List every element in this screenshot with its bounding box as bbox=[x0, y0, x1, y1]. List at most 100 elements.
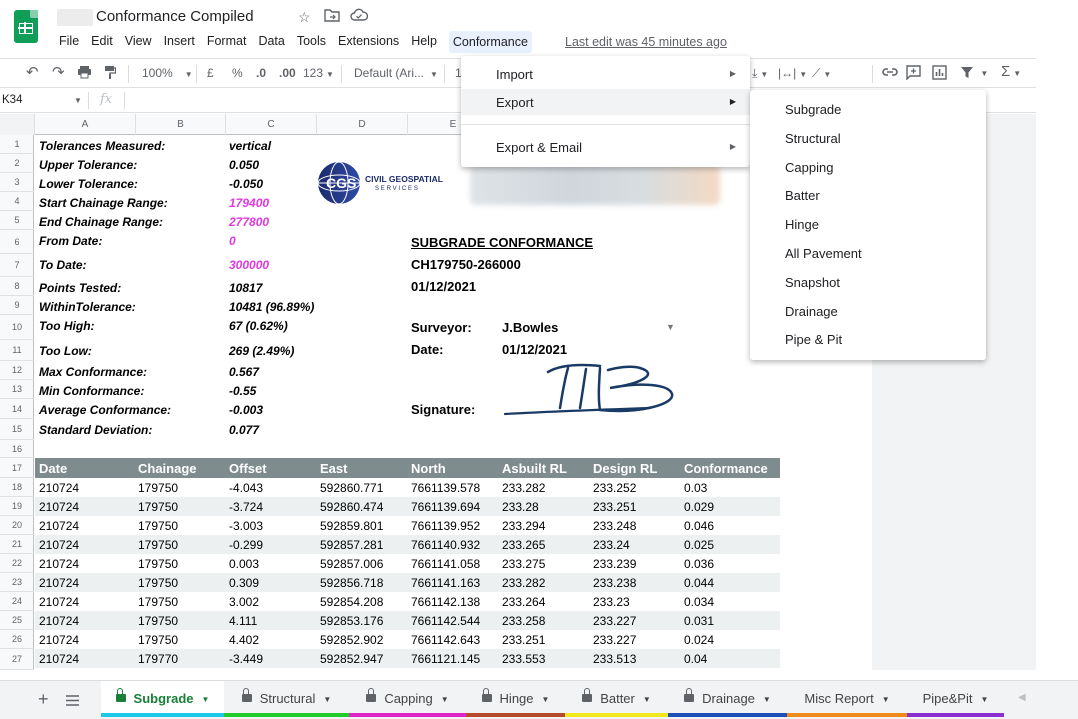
undo-icon[interactable]: ↶ bbox=[26, 63, 39, 81]
row-header[interactable]: 27 bbox=[0, 649, 34, 670]
row-header[interactable]: 6 bbox=[0, 230, 34, 254]
row-header[interactable]: 10 bbox=[0, 315, 34, 340]
sheet-tab-drainage[interactable]: Drainage ▼ bbox=[668, 681, 787, 717]
row-header[interactable]: 24 bbox=[0, 592, 34, 611]
row-header[interactable]: 18 bbox=[0, 478, 34, 497]
table-cell[interactable]: 233.265 bbox=[502, 538, 545, 552]
sheet-tab-batter[interactable]: Batter ▼ bbox=[565, 681, 668, 717]
table-cell[interactable]: 0.044 bbox=[684, 576, 714, 590]
table-cell[interactable]: -0.299 bbox=[229, 538, 263, 552]
row-header[interactable]: 3 bbox=[0, 173, 34, 192]
table-cell[interactable]: 233.251 bbox=[593, 500, 636, 514]
table-cell[interactable]: 7661142.643 bbox=[411, 633, 480, 647]
table-cell[interactable]: 592860.474 bbox=[320, 500, 383, 514]
table-cell[interactable]: 0.025 bbox=[684, 538, 714, 552]
table-cell[interactable]: 233.282 bbox=[502, 481, 545, 495]
table-row[interactable]: 210724 179750 0.309 592856.718 7661141.163 23… bbox=[35, 573, 780, 592]
insert-comment-icon[interactable] bbox=[906, 65, 921, 83]
table-cell[interactable]: 0.024 bbox=[684, 633, 714, 647]
row-header[interactable]: 9 bbox=[0, 296, 34, 315]
table-cell[interactable]: 0.003 bbox=[229, 557, 259, 571]
table-row[interactable]: 210724 179750 -3.003 592859.801 7661139.952 2… bbox=[35, 516, 780, 535]
row-header[interactable]: 13 bbox=[0, 380, 34, 399]
table-cell[interactable]: 179750 bbox=[138, 500, 178, 514]
table-row[interactable]: 210724 179750 -3.724 592860.474 7661139.694 2… bbox=[35, 497, 780, 516]
table-cell[interactable]: 0.036 bbox=[684, 557, 714, 571]
column-header-c[interactable]: C bbox=[226, 114, 317, 135]
last-edit-link[interactable]: Last edit was 45 minutes ago bbox=[565, 35, 727, 49]
scroll-tabs-left-icon[interactable]: ◀ bbox=[1018, 692, 1026, 703]
table-cell[interactable]: 233.238 bbox=[593, 576, 636, 590]
tab-menu-arrow-icon[interactable]: ▼ bbox=[980, 695, 988, 704]
table-cell[interactable]: 592857.006 bbox=[320, 557, 383, 571]
table-cell[interactable]: 233.23 bbox=[593, 595, 630, 609]
table-cell[interactable]: 7661141.058 bbox=[411, 557, 480, 571]
menu-tools[interactable]: Tools bbox=[297, 34, 326, 50]
row-header[interactable]: 19 bbox=[0, 497, 34, 516]
table-cell[interactable]: 210724 bbox=[39, 652, 79, 666]
table-cell[interactable]: 592860.771 bbox=[320, 481, 383, 495]
row-header[interactable]: 11 bbox=[0, 340, 34, 361]
menu-conformance[interactable]: Conformance bbox=[448, 31, 532, 53]
table-cell[interactable]: 0.046 bbox=[684, 519, 714, 533]
export-item-hinge[interactable]: Hinge bbox=[785, 217, 819, 232]
text-rotation-icon[interactable]: ⟋ ▼ bbox=[812, 66, 831, 81]
row-header[interactable]: 25 bbox=[0, 611, 34, 630]
table-cell[interactable]: 7661142.138 bbox=[411, 595, 480, 609]
table-cell[interactable]: 233.251 bbox=[502, 633, 545, 647]
table-cell[interactable]: 210724 bbox=[39, 595, 79, 609]
menu-extensions[interactable]: Extensions bbox=[338, 34, 399, 50]
decrease-decimal-button[interactable]: .0 bbox=[256, 66, 266, 80]
row-header[interactable]: 5 bbox=[0, 211, 34, 230]
export-item-pipe-pit[interactable]: Pipe & Pit bbox=[785, 332, 842, 347]
name-box-arrow-icon[interactable]: ▼ bbox=[74, 96, 82, 105]
paint-format-icon[interactable] bbox=[104, 65, 117, 83]
table-cell[interactable]: 233.294 bbox=[502, 519, 545, 533]
table-cell[interactable]: 592854.208 bbox=[320, 595, 383, 609]
redo-icon[interactable]: ↷ bbox=[52, 63, 65, 81]
table-cell[interactable]: 7661139.694 bbox=[411, 500, 480, 514]
name-box[interactable]: K34 bbox=[2, 94, 22, 106]
row-header[interactable]: 7 bbox=[0, 254, 34, 277]
table-cell[interactable]: 233.513 bbox=[593, 652, 636, 666]
table-cell[interactable]: 0.034 bbox=[684, 595, 714, 609]
vertical-scrollbar[interactable] bbox=[1036, 58, 1078, 670]
export-item-structural[interactable]: Structural bbox=[785, 131, 841, 146]
table-cell[interactable]: 233.28 bbox=[502, 500, 539, 514]
row-header[interactable]: 26 bbox=[0, 630, 34, 649]
tab-menu-arrow-icon[interactable]: ▼ bbox=[643, 695, 651, 704]
sheet-tab-subgrade[interactable]: Subgrade ▼ bbox=[101, 681, 224, 717]
table-row[interactable]: 210724 179770 -3.449 592852.947 7661121.145 2… bbox=[35, 649, 780, 668]
table-cell[interactable]: 7661139.952 bbox=[411, 519, 480, 533]
row-header[interactable]: 22 bbox=[0, 554, 34, 573]
table-cell[interactable]: 4.402 bbox=[229, 633, 259, 647]
row-header[interactable]: 20 bbox=[0, 516, 34, 535]
currency-format-button[interactable]: £ bbox=[207, 66, 214, 80]
table-cell[interactable]: 233.258 bbox=[502, 614, 545, 628]
tab-menu-arrow-icon[interactable]: ▼ bbox=[542, 695, 550, 704]
table-cell[interactable]: 0.029 bbox=[684, 500, 714, 514]
table-cell[interactable]: 7661121.145 bbox=[411, 652, 480, 666]
row-header[interactable]: 12 bbox=[0, 361, 34, 380]
table-cell[interactable]: 592859.801 bbox=[320, 519, 383, 533]
table-cell[interactable]: 7661140.932 bbox=[411, 538, 480, 552]
menu-help[interactable]: Help bbox=[411, 34, 437, 50]
table-cell[interactable]: 592852.902 bbox=[320, 633, 383, 647]
percent-format-button[interactable]: % bbox=[232, 66, 243, 80]
insert-link-icon[interactable] bbox=[881, 65, 899, 82]
column-header-d[interactable]: D bbox=[317, 114, 408, 135]
table-row[interactable]: 210724 179750 -4.043 592860.771 7661139.578 2… bbox=[35, 478, 780, 497]
tab-menu-arrow-icon[interactable]: ▼ bbox=[202, 695, 210, 704]
document-title[interactable]: Conformance Compiled bbox=[96, 8, 254, 25]
zoom-select[interactable]: 100% ▼ bbox=[142, 66, 193, 80]
sheet-tab-capping[interactable]: Capping ▼ bbox=[349, 681, 466, 717]
table-cell[interactable]: 210724 bbox=[39, 481, 79, 495]
dropdown-arrow-icon[interactable]: ▼ bbox=[666, 322, 675, 332]
table-cell[interactable]: 179750 bbox=[138, 576, 178, 590]
table-cell[interactable]: 233.227 bbox=[593, 633, 636, 647]
row-header[interactable]: 17 bbox=[0, 458, 34, 478]
text-wrap-icon[interactable]: |↔| ▼ bbox=[778, 66, 807, 80]
export-item-batter[interactable]: Batter bbox=[785, 188, 820, 203]
filter-icon[interactable]: ▼ bbox=[960, 65, 988, 82]
surveyor-dropdown[interactable]: J.Bowles bbox=[502, 320, 558, 335]
